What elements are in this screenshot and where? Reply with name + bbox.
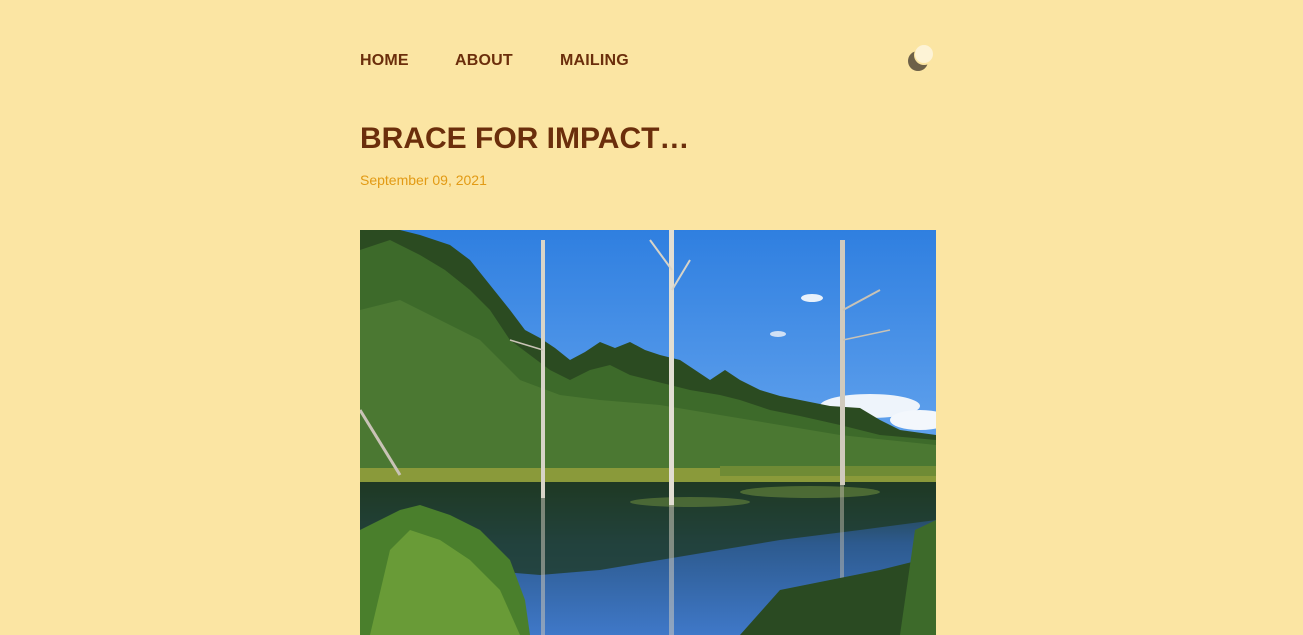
nav-about-link[interactable]: ABOUT xyxy=(455,52,513,70)
top-navigation: HOME ABOUT MAILING xyxy=(360,45,936,72)
post-image xyxy=(360,230,936,635)
moon-icon xyxy=(908,45,934,71)
post-date: September 09, 2021 xyxy=(360,172,487,188)
theme-toggle-button[interactable] xyxy=(904,43,934,73)
post-title: BRACE FOR IMPACT… xyxy=(360,122,690,155)
nav-home-link[interactable]: HOME xyxy=(360,52,409,70)
nav-mailing-link[interactable]: MAILING xyxy=(560,52,629,70)
pond-landscape-photo xyxy=(360,230,936,635)
